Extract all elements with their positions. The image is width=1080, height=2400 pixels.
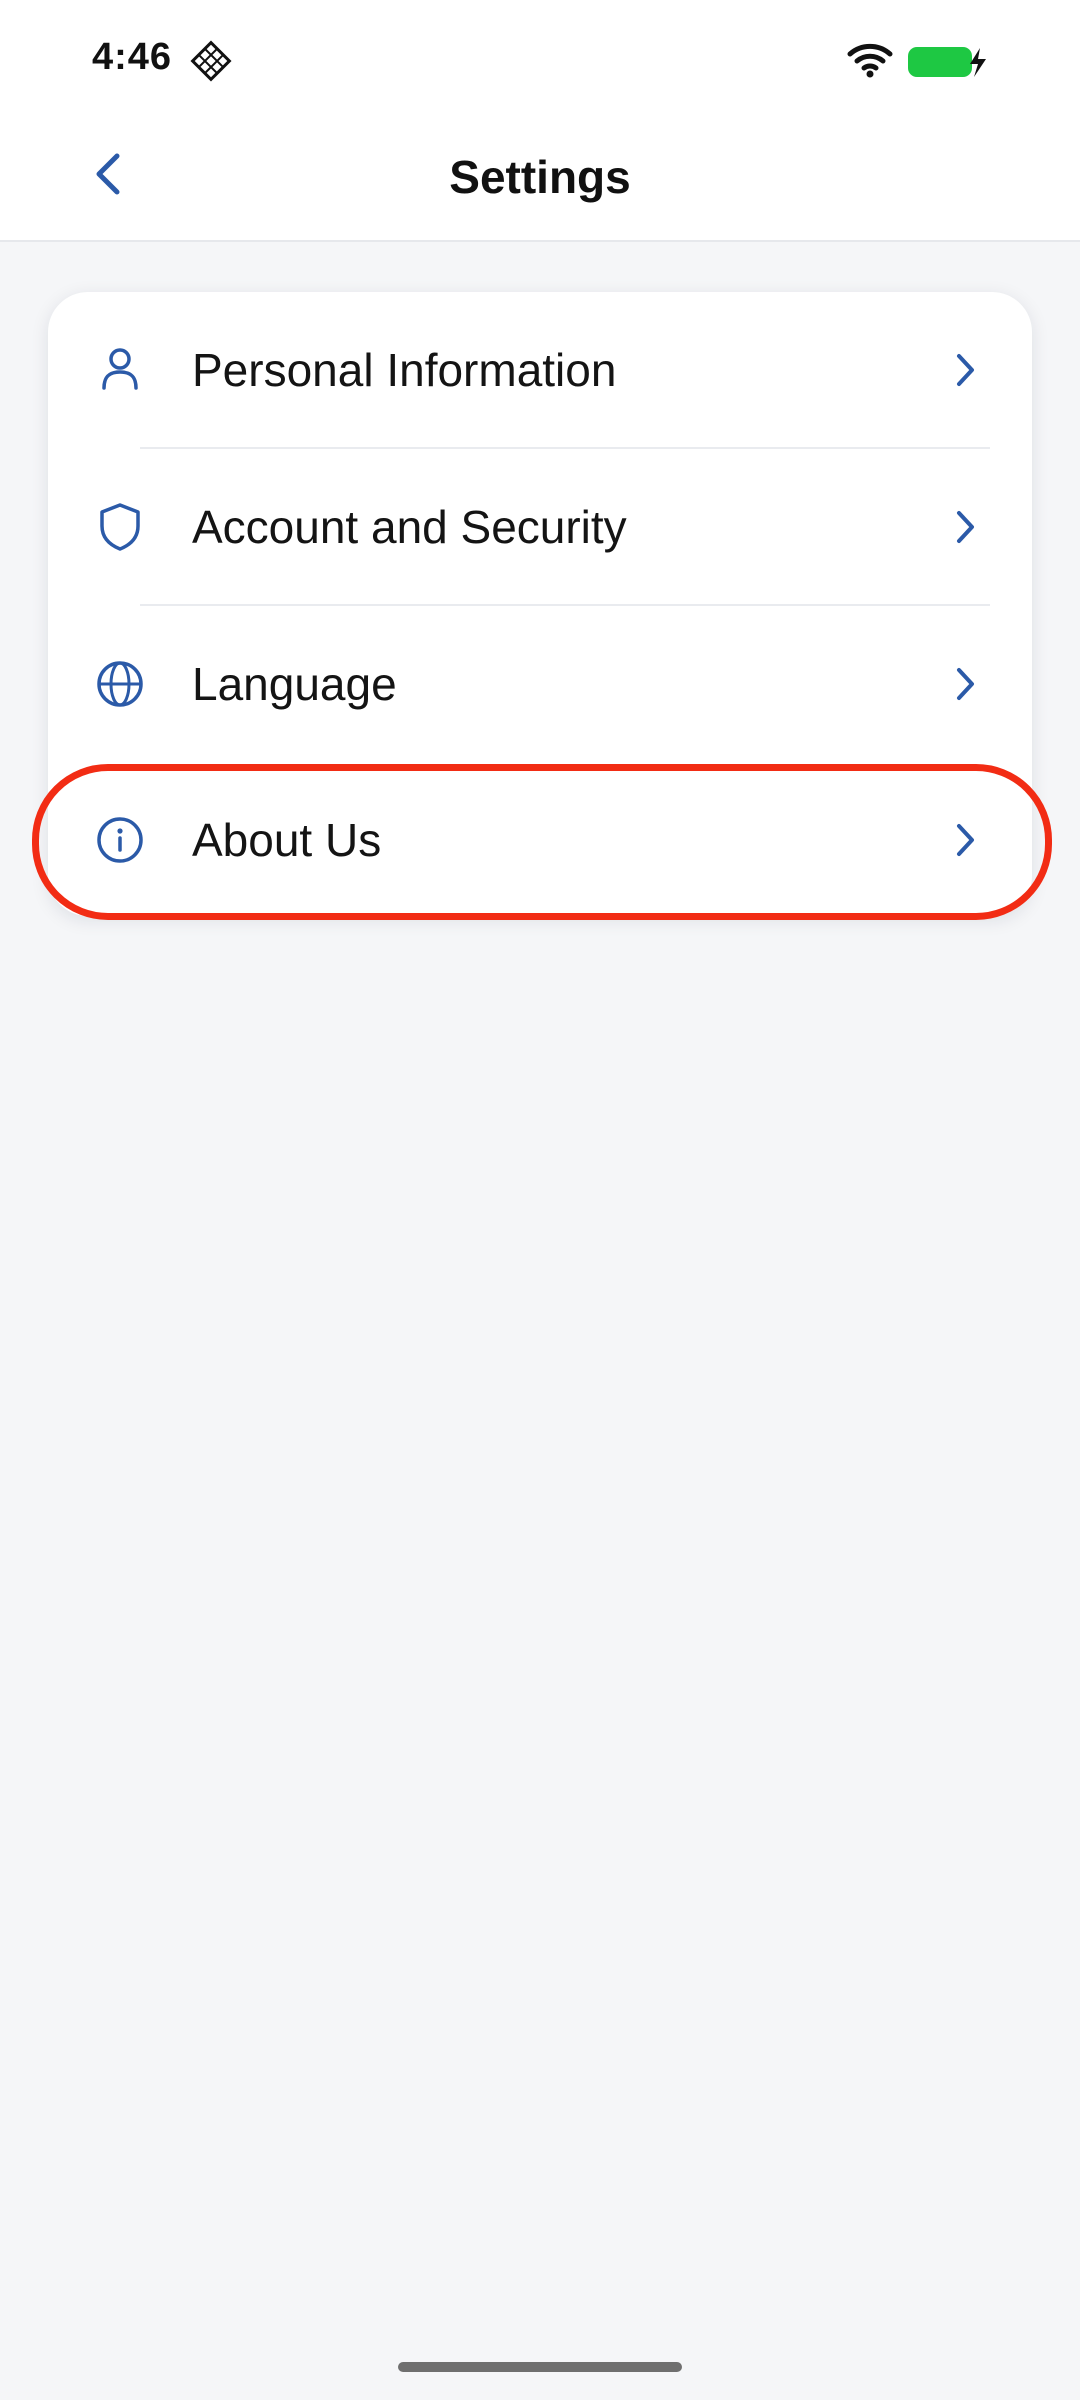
settings-item-label: About Us — [192, 814, 382, 866]
settings-list: Personal Information Account and Securit… — [48, 292, 1032, 916]
shield-icon — [92, 499, 148, 555]
chevron-right-icon — [950, 507, 980, 547]
app-header: Settings — [0, 120, 1080, 242]
wifi-icon — [846, 42, 894, 78]
chevron-right-icon — [950, 820, 980, 860]
battery-charging-icon — [906, 44, 990, 80]
chevron-right-icon — [950, 664, 980, 704]
settings-item-account-and-security[interactable]: Account and Security — [48, 449, 1032, 605]
settings-item-label: Language — [192, 658, 397, 710]
user-icon — [92, 342, 148, 398]
diamond-grid-icon — [190, 40, 232, 82]
home-indicator[interactable] — [398, 2362, 682, 2372]
info-icon — [92, 812, 148, 868]
status-bar: 4:46 — [0, 0, 1080, 120]
settings-item-label: Personal Information — [192, 344, 617, 396]
status-time: 4:46 — [92, 36, 173, 78]
chevron-right-icon — [950, 350, 980, 390]
settings-item-personal-information[interactable]: Personal Information — [48, 292, 1032, 448]
settings-item-language[interactable]: Language — [48, 606, 1032, 762]
settings-item-about-us[interactable]: About Us — [48, 762, 1032, 918]
page-title: Settings — [449, 151, 631, 203]
settings-item-label: Account and Security — [192, 501, 627, 553]
globe-icon — [92, 656, 148, 712]
